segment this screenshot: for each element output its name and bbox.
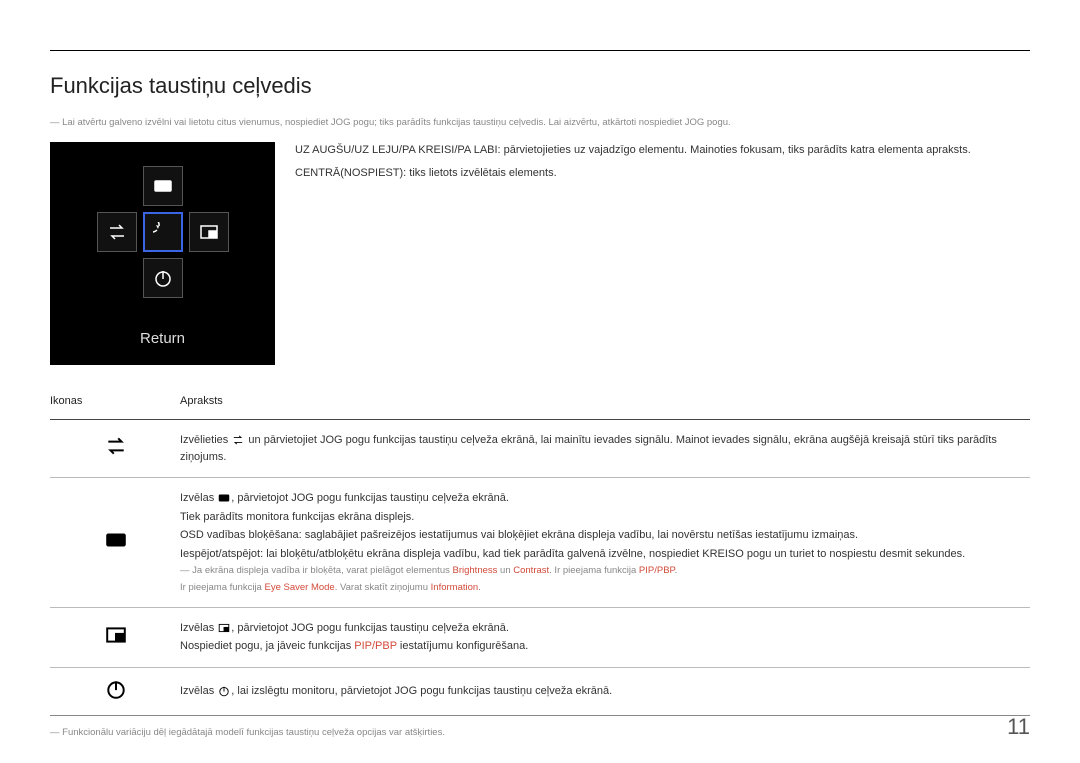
pip-icon — [105, 637, 127, 649]
key-guide-panel: Return — [50, 142, 275, 365]
col-icons: Ikonas — [50, 387, 180, 420]
guide-up-menu-icon — [143, 166, 183, 206]
page-number: 11 — [1007, 710, 1030, 743]
power-icon — [105, 691, 127, 703]
intro-note: Lai atvērtu galveno izvēlni vai lietotu … — [50, 116, 1030, 130]
horizontal-rule — [50, 50, 1030, 51]
table-row: Izvēlas , pārvietojot JOG pogu funkcijas… — [50, 607, 1030, 667]
inline-pip-icon — [217, 622, 231, 634]
table-row: Izvēlas , lai izslēgtu monitoru, pārviet… — [50, 667, 1030, 716]
guide-center-return-icon — [143, 212, 183, 252]
inline-menu-icon — [217, 492, 231, 504]
inline-power-icon — [217, 685, 231, 697]
footer-note: Funkcionālu variāciju dēļ iegādātajā mod… — [50, 726, 1030, 740]
guide-description: UZ AUGŠU/UZ LEJU/PA KREISI/PA LABI: pārv… — [295, 142, 1030, 365]
row4-desc: Izvēlas , lai izslēgtu monitoru, pārviet… — [180, 667, 1030, 716]
row1-desc: Izvēlieties un pārvietojiet JOG pogu fun… — [180, 420, 1030, 478]
table-row: Izvēlas , pārvietojot JOG pogu funkcijas… — [50, 478, 1030, 608]
row2-note1: Ja ekrāna displeja vadība ir bloķēta, va… — [180, 564, 1030, 578]
guide-right-pip-icon — [189, 212, 229, 252]
table-row: Izvēlieties un pārvietojiet JOG pogu fun… — [50, 420, 1030, 478]
guide-down-power-icon — [143, 258, 183, 298]
return-label: Return — [50, 324, 275, 351]
row2-desc: Izvēlas , pārvietojot JOG pogu funkcijas… — [180, 478, 1030, 608]
guide-left-source-icon — [97, 212, 137, 252]
row2-note2: Ir pieejama funkcija Eye Saver Mode. Var… — [180, 581, 1030, 595]
guide-text-1: UZ AUGŠU/UZ LEJU/PA KREISI/PA LABI: pārv… — [295, 142, 1030, 159]
guide-text-2: CENTRĀ(NOSPIEST): tiks lietots izvēlētai… — [295, 165, 1030, 182]
col-desc: Apraksts — [180, 387, 1030, 420]
source-icon — [105, 448, 127, 460]
menu-icon — [105, 542, 127, 554]
description-table: Ikonas Apraksts Izvēlieties un pārvietoj… — [50, 387, 1030, 717]
overview-row: Return UZ AUGŠU/UZ LEJU/PA KREISI/PA LAB… — [50, 142, 1030, 365]
row3-desc: Izvēlas , pārvietojot JOG pogu funkcijas… — [180, 607, 1030, 667]
page-title: Funkcijas taustiņu ceļvedis — [50, 69, 1030, 102]
inline-source-icon — [231, 434, 245, 446]
key-guide-grid — [50, 166, 275, 298]
